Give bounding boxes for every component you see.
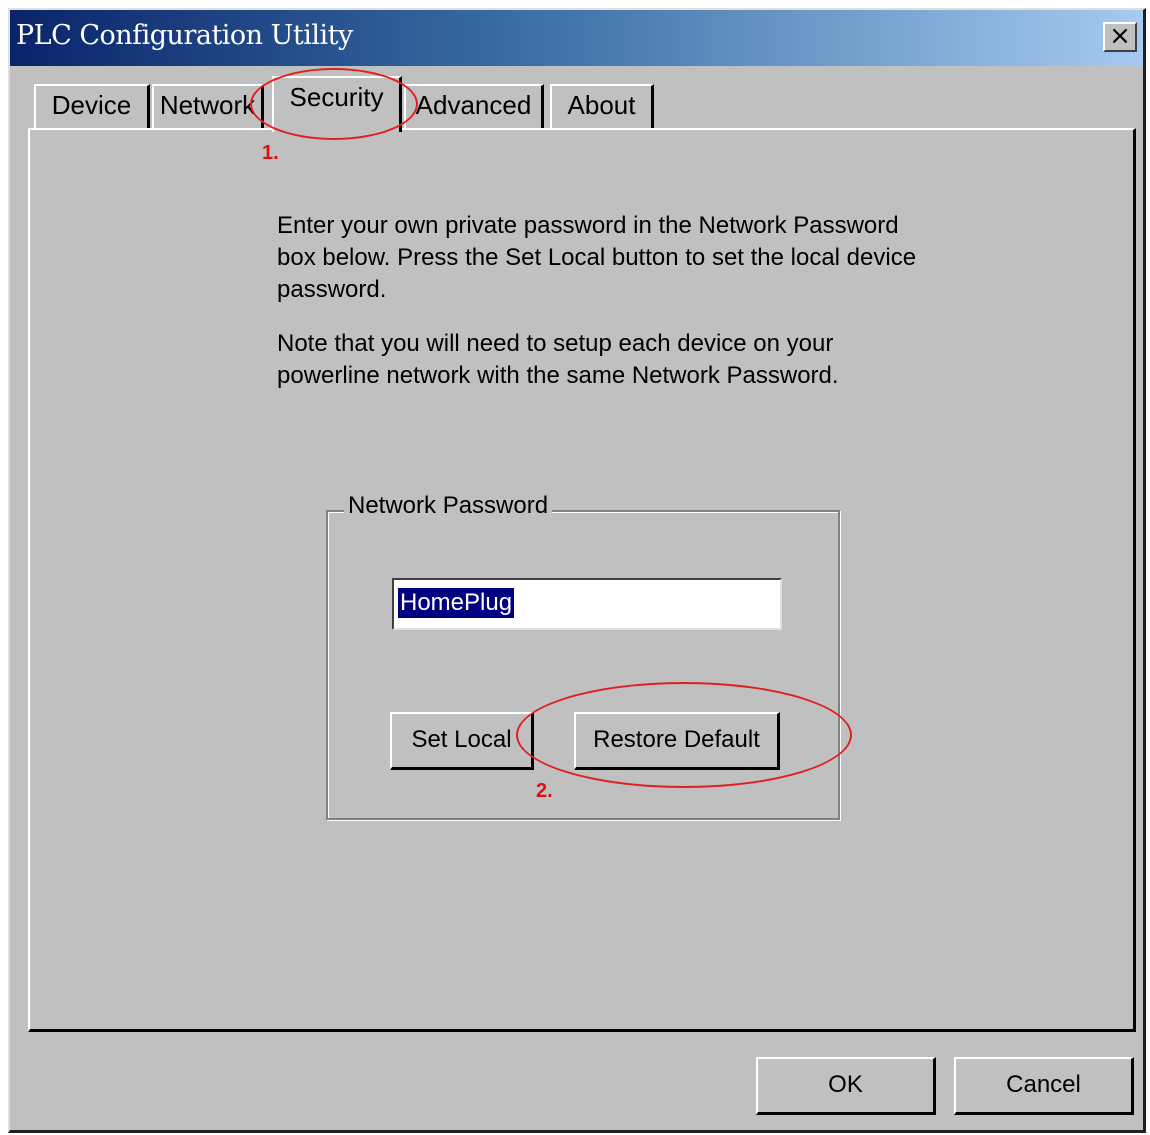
set-local-button[interactable]: Set Local — [390, 712, 534, 770]
instructions: Enter your own private password in the N… — [277, 210, 917, 414]
cancel-button[interactable]: Cancel — [954, 1057, 1134, 1115]
annotation-step-1: 1. — [262, 142, 279, 164]
security-tab-panel: Enter your own private password in the N… — [28, 128, 1136, 1032]
instruction-text-1: Enter your own private password in the N… — [277, 212, 917, 303]
annotation-step-2: 2. — [536, 780, 553, 802]
tab-network[interactable]: Network — [152, 84, 264, 128]
tab-about[interactable]: About — [550, 84, 654, 128]
password-value: HomePlug — [398, 588, 515, 618]
tab-security-label: Security — [289, 82, 384, 112]
cancel-label: Cancel — [1006, 1071, 1081, 1098]
tab-advanced[interactable]: Advanced — [404, 84, 544, 128]
tab-device-label: Device — [51, 90, 132, 120]
tab-advanced-label: Advanced — [415, 90, 532, 120]
ok-button[interactable]: OK — [756, 1057, 936, 1115]
restore-default-label: Restore Default — [593, 726, 760, 753]
title-bar[interactable]: PLC Configuration Utility × — [10, 10, 1143, 66]
network-password-input[interactable]: HomePlug — [392, 578, 782, 630]
tab-security[interactable]: Security — [272, 76, 402, 132]
tab-network-label: Network — [159, 90, 256, 120]
ok-label: OK — [828, 1071, 863, 1098]
desktop-edge — [0, 8, 8, 1135]
window-title: PLC Configuration Utility — [16, 20, 353, 51]
close-button[interactable]: × — [1103, 22, 1137, 52]
restore-default-button[interactable]: Restore Default — [574, 712, 780, 770]
network-password-group: Network Password HomePlug Set Local Rest… — [326, 492, 840, 820]
set-local-label: Set Local — [411, 726, 512, 753]
tab-about-label: About — [567, 90, 636, 120]
close-icon: × — [1109, 21, 1131, 51]
dialog-window: PLC Configuration Utility × Device Netwo… — [8, 8, 1146, 1133]
tab-device[interactable]: Device — [34, 84, 150, 128]
instruction-text-2: Note that you will need to setup each de… — [277, 330, 839, 389]
group-label: Network Password — [344, 492, 553, 520]
